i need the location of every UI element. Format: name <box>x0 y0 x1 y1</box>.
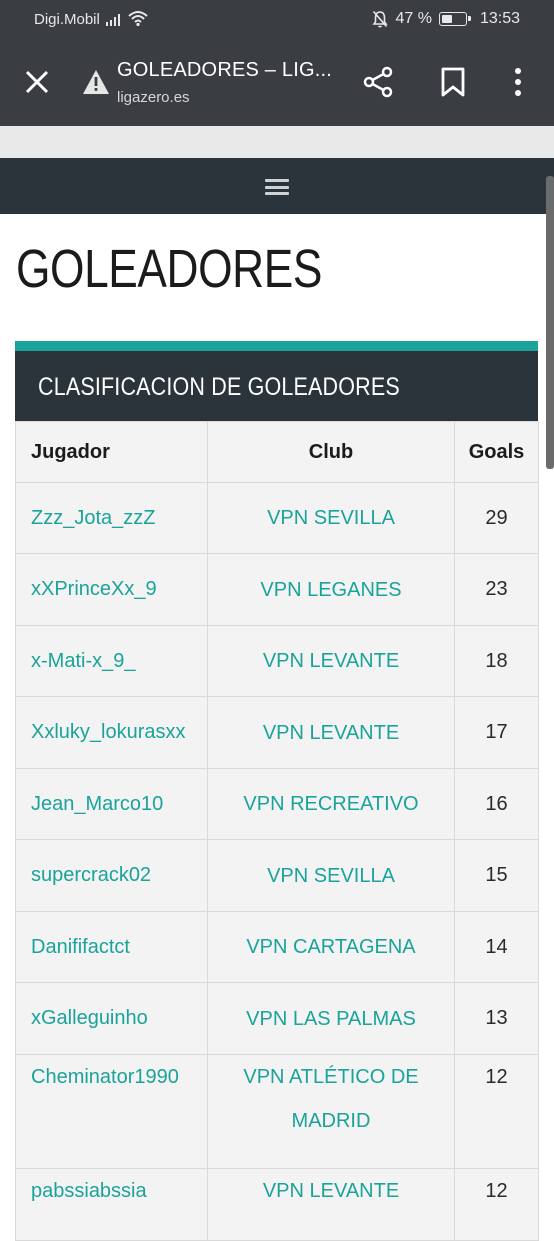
battery-icon <box>438 12 471 26</box>
club-link[interactable]: VPN LEVANTE <box>207 1168 455 1241</box>
battery-percent: 47 % <box>395 10 432 27</box>
url-text[interactable]: ligazero.es <box>117 89 190 106</box>
player-link[interactable]: supercrack02 <box>15 839 208 912</box>
table-row: xXPrinceXx_9 VPN LEGANES 23 <box>15 553 539 626</box>
warning-icon[interactable] <box>82 69 110 95</box>
table-row: Cheminator1990 VPN ATLÉTICO DE MADRID 12 <box>15 1054 539 1169</box>
player-link[interactable]: x-Mati-x_9_ <box>15 625 208 697</box>
player-link[interactable]: Cheminator1990 <box>15 1054 208 1169</box>
status-bar: Digi.Mobil 47 % 13:53 <box>0 0 554 40</box>
bell-off-icon <box>372 10 389 28</box>
hamburger-icon[interactable] <box>265 179 289 195</box>
player-link[interactable]: xXPrinceXx_9 <box>15 553 208 626</box>
player-link[interactable]: xGalleguinho <box>15 982 208 1055</box>
table-row: Danififactct VPN CARTAGENA 14 <box>15 911 539 983</box>
widget-accent-bar <box>15 341 538 351</box>
table-header-row: Jugador Club Goals <box>15 421 539 483</box>
club-link[interactable]: VPN LEGANES <box>207 553 455 626</box>
table-row: Zzz_Jota_zzZ VPN SEVILLA 29 <box>15 482 539 554</box>
goals-value: 23 <box>454 553 539 626</box>
signal-icon <box>106 12 124 26</box>
table-row: xGalleguinho VPN LAS PALMAS 13 <box>15 982 539 1055</box>
goals-value: 29 <box>454 482 539 554</box>
column-header-goals[interactable]: Goals <box>454 421 539 483</box>
goals-value: 13 <box>454 982 539 1055</box>
page-top-strip <box>0 126 554 158</box>
share-icon[interactable] <box>362 66 394 98</box>
page-tab-title[interactable]: GOLEADORES – LIG... <box>117 59 332 82</box>
goals-value: 12 <box>454 1054 539 1169</box>
widget-heading: CLASIFICACION DE GOLEADORES <box>38 373 400 401</box>
scrollbar[interactable] <box>546 176 554 469</box>
club-link[interactable]: VPN LEVANTE <box>207 625 455 697</box>
player-link[interactable]: Xxluky_lokurasxx <box>15 696 208 769</box>
club-link[interactable]: VPN RECREATIVO <box>207 768 455 840</box>
browser-toolbar: GOLEADORES – LIG... ligazero.es <box>0 40 554 126</box>
player-link[interactable]: pabssiabssia <box>15 1168 208 1241</box>
clock: 13:53 <box>479 10 520 27</box>
goals-value: 12 <box>454 1168 539 1241</box>
wifi-icon <box>128 11 148 27</box>
column-header-player[interactable]: Jugador <box>15 421 208 483</box>
goals-value: 17 <box>454 696 539 769</box>
scorers-widget: CLASIFICACION DE GOLEADORES Jugador Club… <box>15 341 539 1241</box>
player-link[interactable]: Zzz_Jota_zzZ <box>15 482 208 554</box>
player-link[interactable]: Jean_Marco10 <box>15 768 208 840</box>
table-row: Xxluky_lokurasxx VPN LEVANTE 17 <box>15 696 539 769</box>
column-header-club[interactable]: Club <box>207 421 455 483</box>
goals-value: 18 <box>454 625 539 697</box>
table-row: pabssiabssia VPN LEVANTE 12 <box>15 1168 539 1241</box>
club-link[interactable]: VPN SEVILLA <box>207 482 455 554</box>
club-link[interactable]: VPN ATLÉTICO DE MADRID <box>207 1054 455 1169</box>
carrier-label: Digi.Mobil <box>34 11 100 28</box>
scorers-table: Jugador Club Goals Zzz_Jota_zzZ VPN SEVI… <box>15 421 539 1241</box>
table-row: Jean_Marco10 VPN RECREATIVO 16 <box>15 768 539 840</box>
widget-header: CLASIFICACION DE GOLEADORES <box>15 351 538 421</box>
club-link[interactable]: VPN LAS PALMAS <box>207 982 455 1055</box>
goals-value: 14 <box>454 911 539 983</box>
table-row: supercrack02 VPN SEVILLA 15 <box>15 839 539 912</box>
goals-value: 16 <box>454 768 539 840</box>
player-link[interactable]: Danififactct <box>15 911 208 983</box>
club-link[interactable]: VPN CARTAGENA <box>207 911 455 983</box>
club-link[interactable]: VPN SEVILLA <box>207 839 455 912</box>
club-link[interactable]: VPN LEVANTE <box>207 696 455 769</box>
goals-value: 15 <box>454 839 539 912</box>
table-row: x-Mati-x_9_ VPN LEVANTE 18 <box>15 625 539 697</box>
more-icon[interactable] <box>508 66 528 98</box>
bookmark-icon[interactable] <box>440 67 466 97</box>
page-title: GOLEADORES <box>16 239 322 299</box>
close-icon[interactable] <box>22 67 52 97</box>
